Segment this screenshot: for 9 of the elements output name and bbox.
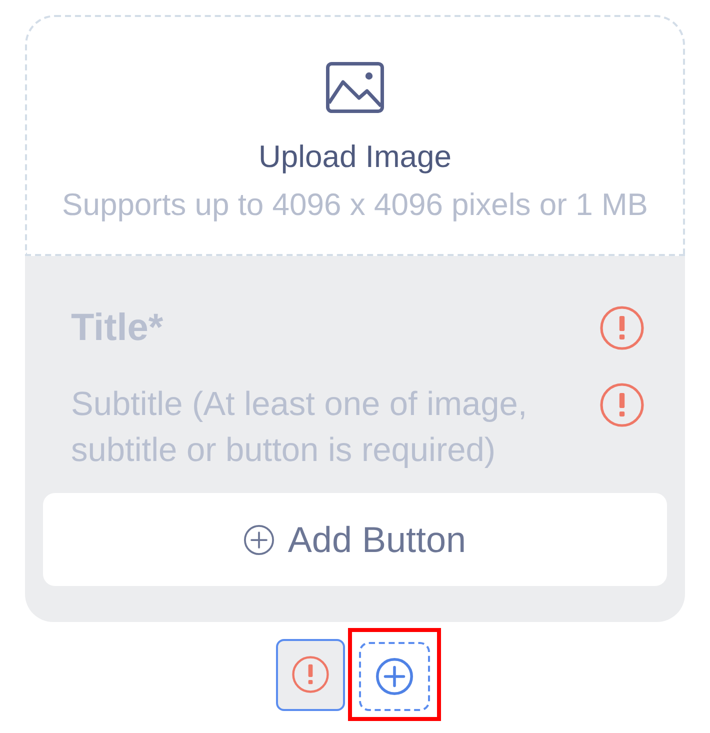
upload-hint: Supports up to 4096 x 4096 pixels or 1 MB bbox=[62, 186, 648, 224]
add-button[interactable]: Add Button bbox=[43, 493, 667, 586]
upload-title: Upload Image bbox=[258, 138, 452, 176]
plus-circle-icon bbox=[376, 658, 412, 694]
image-icon bbox=[326, 62, 384, 113]
add-card-button[interactable] bbox=[358, 642, 430, 710]
plus-circle-icon bbox=[244, 524, 274, 554]
upload-dropzone[interactable]: Upload Image Supports up to 4096 x 4096 pixels or 1 MB bbox=[25, 15, 685, 256]
card-thumbnail[interactable] bbox=[276, 638, 345, 710]
